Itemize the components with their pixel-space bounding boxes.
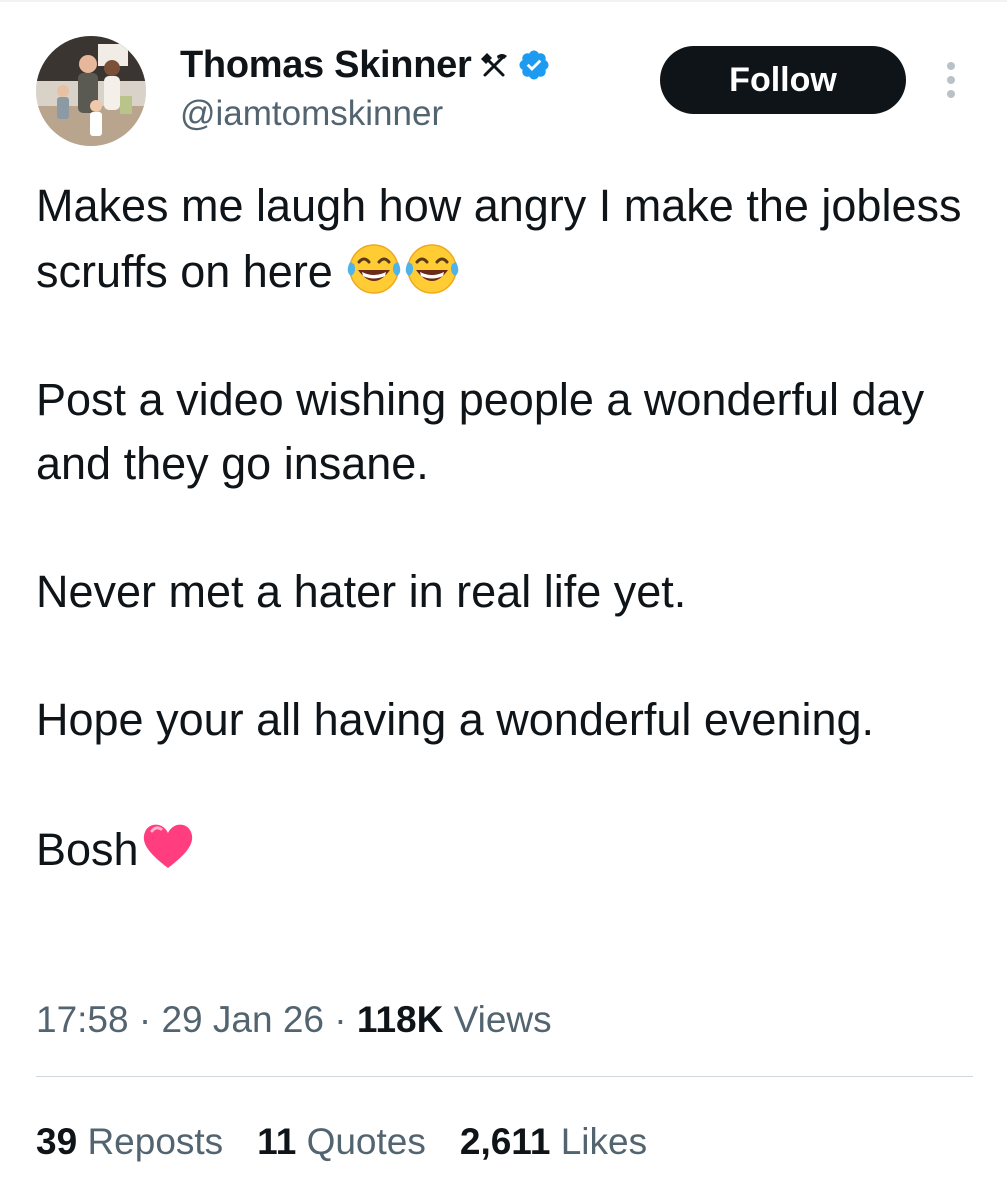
stats-divider (36, 1076, 973, 1077)
tweet-line: Makes me laugh how angry I make the jobl… (36, 180, 962, 297)
tweet-paragraph: Never met a hater in real life yet. (36, 560, 976, 624)
reposts-stat[interactable]: 39 Reposts (36, 1118, 223, 1166)
more-options-button[interactable] (936, 58, 966, 104)
tweet-line: Hope your all having a wonderful evening… (36, 694, 875, 745)
author-name-row: Thomas Skinner (180, 42, 551, 88)
face-with-tears-of-joy-icon (345, 238, 403, 296)
avatar[interactable] (36, 36, 146, 146)
avatar-photo (36, 36, 146, 146)
likes-label: Likes (560, 1121, 648, 1162)
tweet-line: Bosh (36, 824, 139, 875)
top-divider (0, 0, 1007, 2)
vertical-ellipsis-icon (947, 62, 955, 98)
quotes-label: Quotes (306, 1121, 426, 1162)
tweet-paragraph: Makes me laugh how angry I make the jobl… (36, 174, 976, 304)
tweet-time[interactable]: 17:58 (36, 999, 129, 1040)
tweet-paragraph: Hope your all having a wonderful evening… (36, 688, 976, 752)
verified-badge-icon[interactable] (517, 48, 551, 82)
author-handle[interactable]: @iamtomskinner (180, 92, 443, 136)
hammer-and-pick-icon (481, 53, 508, 77)
reposts-count: 39 (36, 1121, 78, 1162)
tweet-text: Makes me laugh how angry I make the jobl… (36, 174, 976, 882)
tweet-paragraph: Bosh (36, 816, 976, 882)
follow-button[interactable]: Follow (660, 46, 906, 114)
meta-separator: · (138, 999, 152, 1040)
tweet-line: Post a video wishing people a wonderful … (36, 374, 925, 489)
face-with-tears-of-joy-icon (403, 238, 461, 296)
quotes-stat[interactable]: 11 Quotes (257, 1118, 426, 1166)
meta-separator: · (334, 999, 347, 1040)
likes-count: 2,611 (459, 1121, 551, 1162)
tweet-meta: 17:58 · 29 Jan 26 · 118K Views (36, 996, 552, 1044)
tweet-paragraph: Post a video wishing people a wonderful … (36, 368, 976, 496)
quotes-count: 11 (257, 1121, 297, 1162)
author-display-name[interactable]: Thomas Skinner (180, 42, 472, 88)
views-label: Views (453, 999, 552, 1040)
engagement-stats: 39 Reposts 11 Quotes 2,611 Likes (36, 1118, 681, 1166)
red-heart-icon (139, 816, 197, 874)
tweet-date[interactable]: 29 Jan 26 (161, 999, 324, 1040)
views-count: 118K (356, 999, 444, 1040)
likes-stat[interactable]: 2,611 Likes (460, 1118, 647, 1166)
reposts-label: Reposts (87, 1121, 224, 1162)
tweet-line: Never met a hater in real life yet. (36, 566, 687, 617)
